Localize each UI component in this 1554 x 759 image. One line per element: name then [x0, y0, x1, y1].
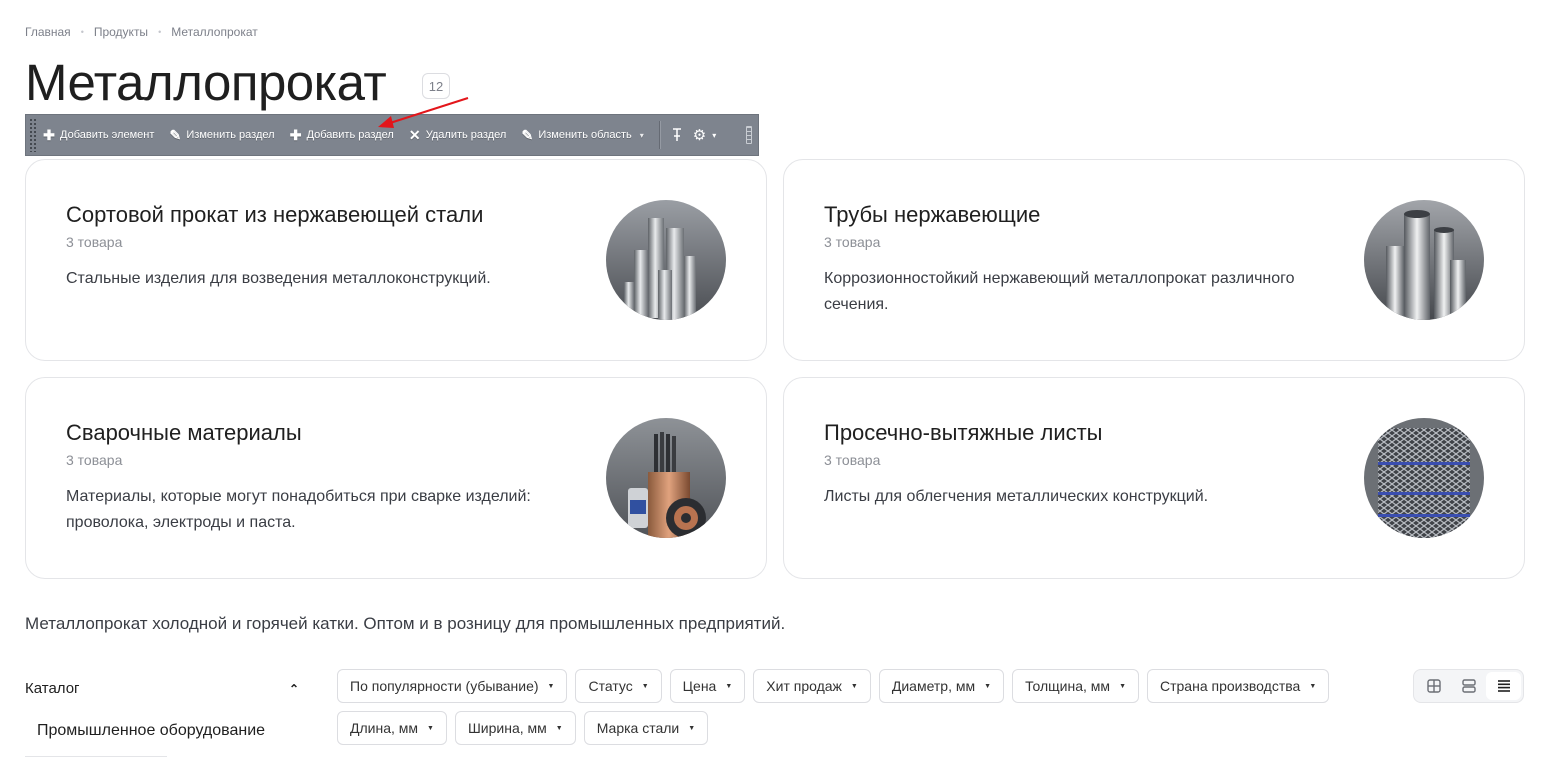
filter-diameter[interactable]: Диаметр, мм ▼ [878, 669, 1005, 703]
section-card[interactable]: Сортовой прокат из нержавеющей стали 3 т… [25, 159, 767, 361]
filter-label: Ширина, мм [467, 720, 547, 736]
filter-width[interactable]: Ширина, мм ▼ [454, 711, 576, 745]
view-mode-switcher [1413, 669, 1524, 703]
catalog-toggle[interactable]: Каталог ⌃ [25, 680, 299, 697]
section-description: Материалы, которые могут понадобиться пр… [66, 488, 531, 531]
add-element-button[interactable]: ✚ Добавить элемент [43, 127, 154, 144]
plus-icon: ✚ [43, 126, 55, 143]
section-card[interactable]: Сварочные материалы 3 товара Материалы, … [25, 377, 767, 579]
filter-length[interactable]: Длина, мм ▼ [337, 711, 447, 745]
section-title[interactable]: Сварочные материалы [66, 420, 302, 446]
section-title[interactable]: Сортовой прокат из нержавеющей стали [66, 202, 483, 228]
section-image[interactable] [606, 200, 726, 320]
gear-icon[interactable]: ⚙ ▾ [693, 126, 716, 144]
caret-down-icon: ▼ [547, 682, 555, 690]
caret-down-icon: ▼ [984, 682, 992, 690]
edit-area-label: Изменить область [538, 129, 632, 141]
annotation-arrow [378, 97, 469, 128]
filter-label: По популярности (убывание) [350, 678, 539, 694]
section-count: 3 товара [824, 452, 881, 468]
section-card[interactable]: Трубы нержавеющие 3 товара Коррозионност… [783, 159, 1525, 361]
section-count: 3 товара [824, 234, 881, 250]
toolbar-drag-handle[interactable] [29, 118, 37, 152]
filter-price[interactable]: Цена ▼ [669, 669, 746, 703]
grid-view-button[interactable] [1416, 672, 1451, 700]
edit-area-button[interactable]: ✎ Изменить область ▾ [521, 127, 643, 144]
filter-label: Марка стали [596, 720, 680, 736]
pencil-icon: ✎ [521, 126, 534, 143]
filter-status[interactable]: Статус ▼ [575, 669, 662, 703]
plus-icon: ✚ [289, 126, 302, 143]
breadcrumb-current: Металлопрокат [171, 25, 258, 39]
caret-down-icon: ▼ [850, 682, 858, 690]
caret-down-icon: ▼ [427, 724, 434, 732]
grid-view-icon [1426, 679, 1441, 693]
seo-description: Металлопрокат холодной и горячей катки. … [25, 614, 786, 633]
section-image[interactable] [1364, 418, 1484, 538]
caret-down-icon: ▼ [725, 682, 733, 690]
filter-country[interactable]: Страна производства ▼ [1147, 669, 1330, 703]
filter-label: Страна производства [1160, 678, 1301, 694]
tile-view-button[interactable] [1451, 672, 1486, 700]
section-title[interactable]: Просечно-вытяжные листы [824, 420, 1103, 446]
tile-view-icon [1461, 679, 1476, 693]
chevron-down-icon: ▾ [712, 130, 717, 140]
section-count: 3 товара [66, 234, 123, 250]
filter-label: Цена [682, 678, 717, 694]
edit-section-button[interactable]: ✎ Изменить раздел [169, 126, 275, 144]
chevron-down-icon: ▾ [639, 130, 644, 140]
list-view-icon [1497, 680, 1510, 692]
toolbar-divider [658, 121, 661, 149]
filter-label: Диаметр, мм [891, 678, 976, 694]
breadcrumb-products[interactable]: Продукты [94, 25, 148, 39]
breadcrumb-home[interactable]: Главная [25, 25, 71, 39]
section-image[interactable] [606, 418, 726, 538]
add-element-label: Добавить элемент [60, 129, 155, 141]
catalog-title: Каталог [25, 680, 80, 697]
breadcrumb-separator: • [158, 27, 162, 37]
filter-label: Толщина, мм [1025, 678, 1111, 694]
filter-label: Статус [588, 678, 633, 694]
section-image[interactable] [1364, 200, 1484, 320]
caret-down-icon: ▼ [555, 724, 563, 732]
filter-label: Хит продаж [766, 678, 842, 694]
breadcrumb: Главная • Продукты • Металлопрокат [25, 25, 258, 39]
caret-down-icon: ▼ [1309, 682, 1317, 690]
filter-bestseller[interactable]: Хит продаж ▼ [753, 669, 871, 703]
filter-steel-grade[interactable]: Марка стали ▼ [583, 711, 709, 745]
pin-icon[interactable] [671, 128, 683, 142]
page-title: Металлопрокат [25, 54, 387, 111]
toolbar-resize-handle[interactable] [746, 126, 752, 144]
caret-down-icon: ▼ [641, 682, 649, 690]
section-description: Листы для облегчения металлических конст… [824, 488, 1209, 505]
edit-section-label: Изменить раздел [186, 129, 275, 141]
catalog-divider [25, 756, 167, 757]
caret-down-icon: ▼ [1119, 682, 1126, 690]
section-count: 3 товара [66, 452, 123, 468]
gear-glyph: ⚙ [692, 127, 707, 144]
sort-dropdown[interactable]: По популярности (убывание) ▼ [337, 669, 568, 703]
filter-bar: По популярности (убывание) ▼ Статус ▼ Цена… [337, 669, 1347, 753]
chevron-up-icon: ⌃ [288, 681, 299, 696]
filter-label: Длина, мм [350, 720, 419, 736]
section-description: Стальные изделия для возведения металлок… [66, 270, 491, 287]
catalog-item[interactable]: Промышленное оборудование [37, 722, 265, 740]
caret-down-icon: ▼ [688, 724, 696, 732]
breadcrumb-separator: • [80, 27, 84, 37]
filter-thickness[interactable]: Толщина, мм ▼ [1012, 669, 1139, 703]
pencil-icon: ✎ [169, 126, 182, 143]
section-description: Коррозионностойкий нержавеющий металлопр… [824, 270, 1295, 313]
section-card[interactable]: Просечно-вытяжные листы 3 товара Листы д… [783, 377, 1525, 579]
section-title[interactable]: Трубы нержавеющие [824, 202, 1040, 228]
list-view-button[interactable] [1486, 672, 1521, 700]
